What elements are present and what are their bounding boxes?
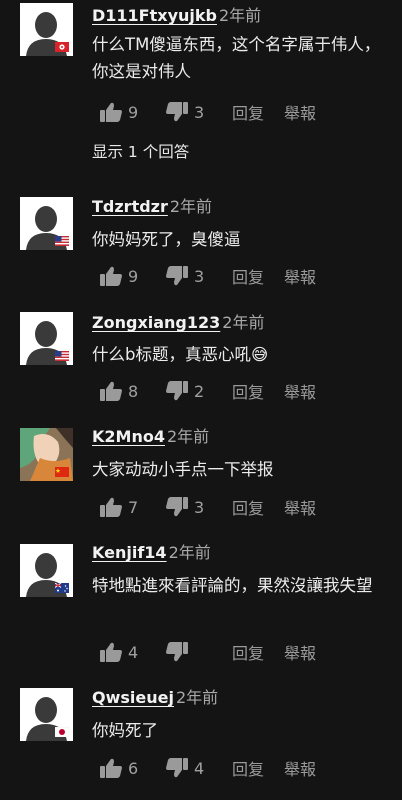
comment-header: Tdzrtdzr 2年前 [92, 194, 212, 220]
comment-header: Zongxiang123 2年前 [92, 310, 264, 336]
thumbs-up-icon [100, 102, 122, 122]
thumbs-down-icon [166, 758, 188, 778]
thumbs-down-icon [166, 381, 188, 401]
username-link[interactable]: K2Mno4 [92, 427, 165, 446]
like-button[interactable]: 8 [100, 381, 142, 401]
thumbs-down-icon [166, 642, 188, 662]
timestamp: 2年前 [218, 6, 262, 25]
report-button[interactable]: 舉報 [284, 264, 316, 288]
comment-header: Qwsieuej 2年前 [92, 685, 218, 711]
dislike-button[interactable]: 2 [166, 381, 208, 401]
dislike-count: 3 [194, 497, 205, 517]
dislike-count: 3 [194, 266, 205, 286]
hong-kong-flag-icon [55, 42, 69, 52]
reply-button[interactable]: 回复 [232, 640, 264, 664]
comment-actions: 7 3 回复 舉報 [100, 492, 316, 522]
avatar[interactable] [20, 428, 73, 481]
us-flag-icon [55, 351, 69, 361]
japan-flag-icon [55, 727, 69, 737]
like-count: 6 [128, 758, 139, 778]
like-count: 9 [128, 266, 139, 286]
comment-text: 你妈死了 [92, 721, 158, 740]
australia-flag-icon [55, 583, 69, 593]
thumbs-up-icon [100, 266, 122, 286]
username-link[interactable]: Kenjif14 [92, 543, 167, 562]
thumbs-up-icon [100, 758, 122, 778]
reply-button[interactable]: 回复 [232, 495, 264, 519]
like-count: 8 [128, 381, 139, 401]
comment-actions: 6 4 回复 舉報 [100, 753, 316, 783]
thumbs-down-icon [166, 102, 188, 122]
like-button[interactable]: 9 [100, 266, 142, 286]
reply-button[interactable]: 回复 [232, 264, 264, 288]
comment-text: 大家动动小手点一下举报 [92, 460, 274, 479]
timestamp: 2年前 [166, 427, 210, 446]
comment-header: Kenjif14 2年前 [92, 540, 211, 566]
reply-button[interactable]: 回复 [232, 100, 264, 124]
dislike-button[interactable] [166, 642, 208, 662]
like-button[interactable]: 9 [100, 102, 142, 122]
avatar[interactable] [20, 544, 73, 597]
thumbs-down-icon [166, 497, 188, 517]
thumbs-up-icon [100, 497, 122, 517]
comment-actions: 9 3 回复 舉報 [100, 97, 316, 127]
comment-header: D111Ftxyujkb 2年前 [92, 3, 261, 29]
like-button[interactable]: 7 [100, 497, 142, 517]
comment-text: 什么TM傻逼东西，这个名字属于伟人，你这是对伟人 [92, 35, 381, 81]
like-button[interactable]: 6 [100, 758, 142, 778]
comment-actions: 8 2 回复 舉報 [100, 376, 316, 406]
comment-text: 什么b标题，真恶心吼😅 [92, 345, 269, 364]
comment-actions: 9 3 回复 舉報 [100, 261, 316, 291]
dislike-button[interactable]: 4 [166, 758, 208, 778]
dislike-button[interactable]: 3 [166, 497, 208, 517]
username-link[interactable]: Tdzrtdzr [92, 197, 168, 216]
avatar[interactable] [20, 688, 73, 741]
comment-actions: 4 回复 舉報 [100, 637, 316, 667]
china-flag-icon [55, 467, 69, 477]
reply-button[interactable]: 回复 [232, 756, 264, 780]
like-count: 7 [128, 497, 139, 517]
timestamp: 2年前 [222, 313, 265, 332]
us-flag-icon [55, 236, 69, 246]
report-button[interactable]: 舉報 [284, 100, 316, 124]
comment-text: 你妈妈死了，臭傻逼 [92, 230, 241, 249]
thumbs-up-icon [100, 381, 122, 401]
username-link[interactable]: Qwsieuej [92, 688, 174, 707]
like-button[interactable]: 4 [100, 642, 142, 662]
dislike-button[interactable]: 3 [166, 102, 208, 122]
like-count: 9 [128, 102, 139, 122]
report-button[interactable]: 舉報 [284, 379, 316, 403]
thumbs-up-icon [100, 642, 122, 662]
avatar[interactable] [20, 197, 73, 250]
timestamp: 2年前 [168, 543, 211, 562]
dislike-count: 4 [194, 758, 205, 778]
timestamp: 2年前 [169, 197, 213, 216]
reply-button[interactable]: 回复 [232, 379, 264, 403]
dislike-count: 2 [194, 381, 205, 401]
dislike-button[interactable]: 3 [166, 266, 208, 286]
timestamp: 2年前 [175, 688, 219, 707]
like-count: 4 [128, 642, 139, 662]
report-button[interactable]: 舉報 [284, 756, 316, 780]
avatar[interactable] [20, 3, 73, 56]
username-link[interactable]: Zongxiang123 [92, 313, 220, 332]
comment-header: K2Mno4 2年前 [92, 424, 209, 450]
username-link[interactable]: D111Ftxyujkb [92, 6, 217, 25]
show-replies-link[interactable]: 显示 1 个回答 [92, 140, 189, 162]
report-button[interactable]: 舉報 [284, 495, 316, 519]
thumbs-down-icon [166, 266, 188, 286]
report-button[interactable]: 舉報 [284, 640, 316, 664]
comment-text: 特地點進來看評論的，果然沒讓我失望 [92, 576, 373, 595]
dislike-count: 3 [194, 102, 205, 122]
avatar[interactable] [20, 312, 73, 365]
